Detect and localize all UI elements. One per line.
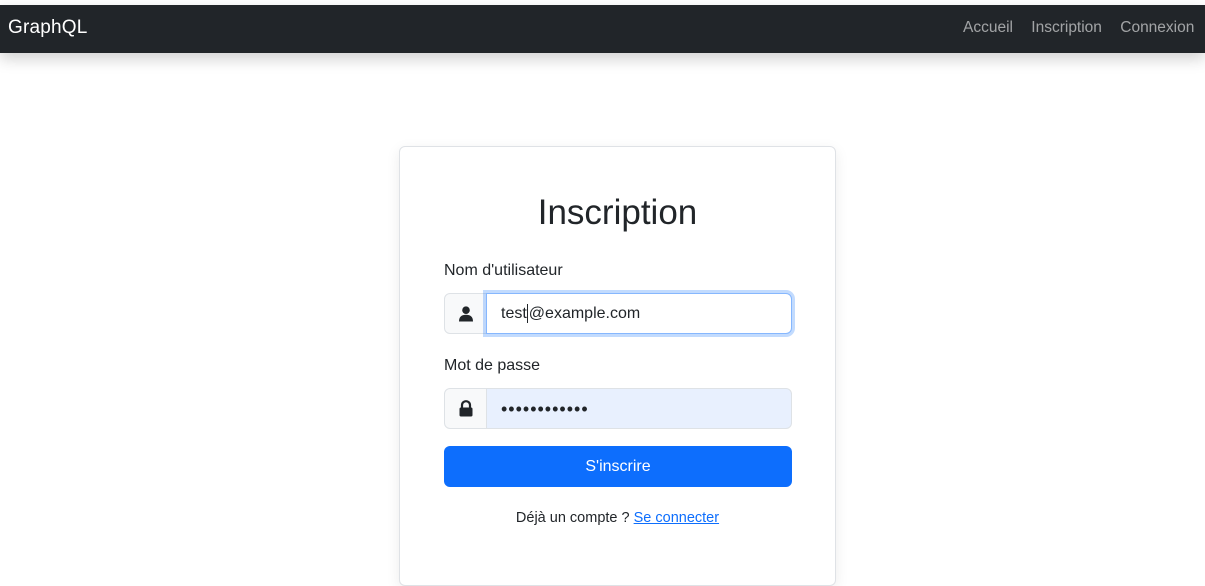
username-input[interactable]: test @example.com [486, 293, 792, 334]
signup-button[interactable]: S'inscrire [444, 446, 792, 487]
nav-link-inscription[interactable]: Inscription [1031, 19, 1102, 36]
password-input[interactable]: •••••••••••• [486, 388, 792, 429]
nav-link-connexion[interactable]: Connexion [1120, 19, 1194, 36]
nav-link-accueil[interactable]: Accueil [963, 19, 1013, 36]
navbar: GraphQL Accueil Inscription Connexion [0, 5, 1205, 53]
username-label: Nom d'utilisateur [444, 262, 563, 279]
username-input-group: test @example.com [444, 293, 792, 334]
signup-card: Inscription Nom d'utilisateur test @examp… [399, 146, 836, 586]
user-icon [444, 293, 487, 334]
login-link[interactable]: Se connecter [634, 510, 719, 526]
login-prompt: Déjà un compte ? Se connecter [400, 510, 835, 526]
login-prompt-text: Déjà un compte ? [515, 510, 634, 526]
page-title: Inscription [537, 193, 698, 232]
navbar-brand[interactable]: GraphQL [8, 17, 88, 39]
lock-icon [444, 388, 487, 429]
password-label: Mot de passe [444, 357, 541, 374]
password-input-group: •••••••••••• [444, 388, 792, 429]
nav-links: Accueil Inscription Connexion [963, 19, 1205, 37]
